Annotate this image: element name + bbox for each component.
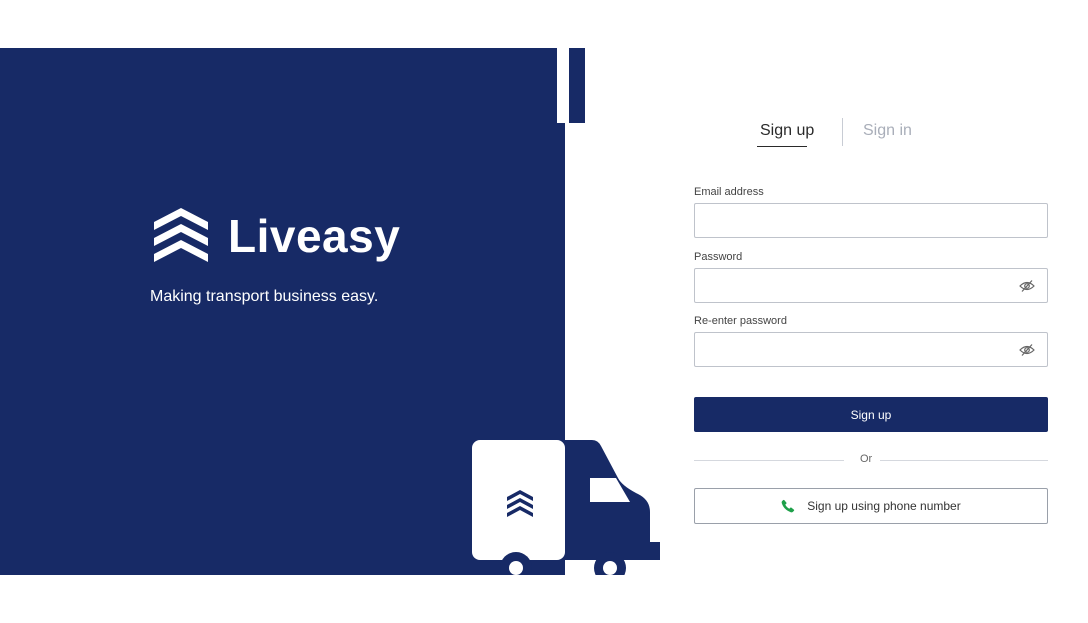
brand-tagline: Making transport business easy.	[150, 288, 379, 305]
confirm-password-field-wrapper	[694, 332, 1048, 367]
eye-slash-icon[interactable]	[1019, 343, 1035, 357]
confirm-password-label: Re-enter password	[694, 315, 787, 327]
brand-name: Liveasy	[228, 210, 401, 262]
decorative-stripe	[547, 48, 585, 123]
phone-sign-up-label: Sign up using phone number	[807, 499, 961, 513]
confirm-password-field[interactable]	[695, 333, 1047, 366]
auth-tabs: Sign up Sign in	[752, 118, 932, 152]
or-divider: Or	[694, 452, 1048, 468]
tab-sign-up[interactable]: Sign up	[760, 122, 814, 140]
sign-up-button[interactable]: Sign up	[694, 397, 1048, 432]
eye-slash-icon[interactable]	[1019, 279, 1035, 293]
active-tab-indicator	[757, 146, 807, 147]
phone-icon	[781, 499, 795, 513]
email-label: Email address	[694, 186, 764, 198]
divider-line-right	[880, 460, 1048, 461]
tab-sign-in[interactable]: Sign in	[863, 122, 912, 140]
tab-divider	[842, 118, 843, 146]
chevron-stack-logo-icon	[154, 208, 208, 262]
divider-line-left	[694, 460, 844, 461]
password-field[interactable]	[695, 269, 1047, 302]
phone-sign-up-button[interactable]: Sign up using phone number	[694, 488, 1048, 524]
brand-logo: Liveasy	[150, 206, 400, 266]
password-field-wrapper	[694, 268, 1048, 303]
email-field-wrapper	[694, 203, 1048, 238]
or-text: Or	[860, 453, 873, 465]
password-label: Password	[694, 251, 743, 263]
truck-illustration	[470, 440, 670, 578]
email-field[interactable]	[695, 204, 1047, 237]
